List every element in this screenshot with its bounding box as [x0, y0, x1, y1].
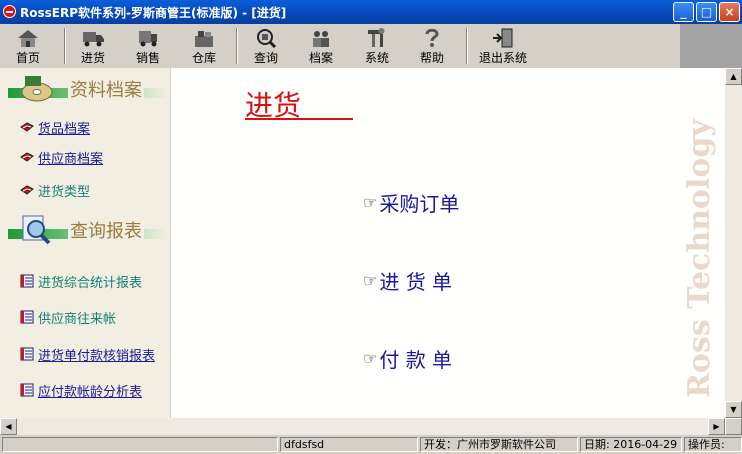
toolbar-archive-button[interactable]: 档案	[301, 26, 341, 66]
watermark-text: Ross Technology	[682, 118, 717, 398]
pointing-hand-icon: ☞	[363, 349, 378, 368]
magnifier-icon	[257, 29, 277, 48]
status-date: 日期: 2016-04-29	[580, 437, 682, 452]
title-bar: RossERP软件系列-罗斯商管王(标准版) - [进货] _ □ ×	[0, 0, 742, 24]
home-icon	[18, 30, 38, 47]
sidebar-item-purchase-type[interactable]: 进货类型	[20, 181, 91, 200]
status-panel-user-info: dfdsfsd	[280, 437, 418, 452]
sidebar-item-supplier-archive[interactable]: 供应商档案	[20, 148, 104, 167]
archive-section-title: 资料档案	[68, 76, 144, 102]
report-icon	[20, 310, 34, 324]
sidebar-item-goods-archive[interactable]: 货品档案	[20, 118, 91, 137]
toolbar: 首页 进货 销售 仓库 查询 档案 系统 帮助 退出系统	[0, 24, 742, 68]
sidebar-item-label: 供应商往来帐	[38, 311, 117, 327]
sales-icon	[139, 31, 157, 47]
help-icon	[425, 28, 439, 47]
archive-icon	[313, 31, 329, 47]
report-icon	[20, 347, 34, 361]
toolbar-query-button[interactable]: 查询	[246, 26, 286, 66]
link-purchase-receipt[interactable]: ☞ 进 货 单	[363, 266, 452, 295]
toolbar-home-button[interactable]: 首页	[8, 26, 48, 66]
book-icon	[20, 122, 34, 132]
status-bar: dfdsfsd 开发：广州市罗斯软件公司 日期: 2016-04-29 操作员:	[0, 435, 742, 454]
book-icon	[20, 152, 34, 162]
horizontal-scrollbar[interactable]: ◀ ▶	[0, 418, 742, 435]
app-icon	[3, 5, 16, 18]
toolbar-exit-label: 退出系统	[478, 51, 527, 65]
title-underline	[245, 118, 353, 120]
truck-icon	[83, 32, 104, 47]
vertical-scrollbar[interactable]: ▲ ▼	[725, 68, 742, 418]
toolbar-exit-button[interactable]: 退出系统	[476, 26, 530, 66]
toolbar-purchase-button[interactable]: 进货	[72, 26, 114, 66]
link-label: 进 货 单	[379, 270, 453, 294]
scroll-up-button[interactable]: ▲	[725, 68, 742, 85]
disc-icon	[21, 76, 53, 102]
sidebar-item-label: 进货类型	[38, 184, 91, 200]
link-purchase-order[interactable]: ☞ 采购订单	[363, 188, 459, 217]
toolbar-warehouse-label: 仓库	[191, 51, 216, 65]
status-developer: 开发：广州市罗斯软件公司	[420, 437, 578, 452]
pointing-hand-icon: ☞	[363, 193, 378, 212]
toolbar-help-label: 帮助	[419, 51, 444, 65]
status-operator: 操作员:	[684, 437, 742, 452]
sidebar: 资料档案 货品档案 供应商档案 进货类型 查询报表 进货综合统计报表 供应商往来…	[0, 68, 171, 418]
link-label: 采购订单	[379, 192, 460, 216]
sidebar-item-supplier-account[interactable]: 供应商往来帐	[20, 308, 117, 327]
report-icon	[20, 274, 34, 288]
toolbar-archive-label: 档案	[308, 51, 333, 65]
sidebar-item-payment-writeoff-report[interactable]: 进货单付款核销报表	[20, 345, 156, 364]
sidebar-item-label: 进货综合统计报表	[38, 275, 143, 291]
maximize-button[interactable]: □	[696, 2, 717, 22]
toolbar-separator	[64, 28, 66, 64]
link-label: 付 款 单	[379, 348, 453, 372]
sidebar-item-payable-aging-report[interactable]: 应付款帐龄分析表	[20, 381, 143, 400]
sidebar-item-label: 应付款帐龄分析表	[38, 384, 143, 400]
toolbar-separator	[236, 28, 238, 64]
toolbar-empty-area	[680, 24, 742, 68]
exit-door-icon	[493, 28, 513, 48]
report-section-title: 查询报表	[68, 217, 144, 243]
main-content: 进货 ☞ 采购订单 ☞ 进 货 单 ☞ 付 款 单 Ross Technolog…	[171, 68, 725, 418]
toolbar-sales-label: 销售	[135, 51, 160, 65]
toolbar-separator	[466, 28, 468, 64]
report-section-header: 查询报表	[8, 213, 168, 247]
watermark: Ross Technology	[682, 118, 717, 398]
sidebar-item-purchase-stats-report[interactable]: 进货综合统计报表	[20, 272, 143, 291]
minimize-button[interactable]: _	[673, 2, 694, 22]
tools-icon	[368, 28, 385, 47]
scroll-corner	[725, 418, 742, 435]
sidebar-item-label: 进货单付款核销报表	[38, 348, 156, 364]
toolbar-query-label: 查询	[253, 51, 278, 65]
warehouse-icon	[195, 31, 213, 47]
scroll-right-button[interactable]: ▶	[708, 418, 725, 435]
toolbar-system-button[interactable]: 系统	[357, 26, 397, 66]
pointing-hand-icon: ☞	[363, 271, 378, 290]
link-payment-slip[interactable]: ☞ 付 款 单	[363, 344, 452, 373]
book-icon	[20, 185, 34, 195]
toolbar-help-button[interactable]: 帮助	[412, 26, 452, 66]
scroll-down-button[interactable]: ▼	[725, 401, 742, 418]
report-icon	[20, 383, 34, 397]
close-button[interactable]: ×	[719, 2, 740, 22]
toolbar-home-label: 首页	[15, 51, 40, 65]
status-panel-blank	[2, 437, 278, 452]
sidebar-item-label: 货品档案	[38, 121, 91, 137]
window-title: RossERP软件系列-罗斯商管王(标准版) - [进货]	[20, 6, 287, 20]
magnifier-report-icon	[22, 215, 51, 245]
archive-section-header: 资料档案	[8, 72, 168, 106]
scroll-left-button[interactable]: ◀	[0, 418, 17, 435]
toolbar-purchase-label: 进货	[80, 51, 105, 65]
toolbar-system-label: 系统	[364, 51, 389, 65]
toolbar-warehouse-button[interactable]: 仓库	[184, 26, 224, 66]
sidebar-item-label: 供应商档案	[38, 151, 104, 167]
toolbar-sales-button[interactable]: 销售	[127, 26, 169, 66]
